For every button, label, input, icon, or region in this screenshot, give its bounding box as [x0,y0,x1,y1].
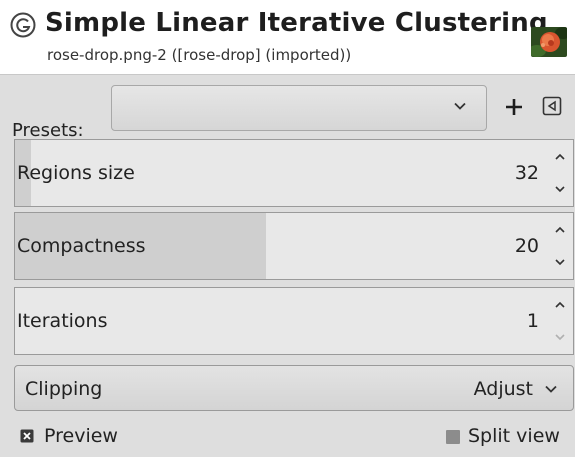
chevron-down-icon [555,334,565,341]
chevron-up-icon[interactable] [553,298,567,312]
split-view-label[interactable]: Split view [468,425,560,447]
split-view-checkbox[interactable] [446,430,460,444]
chevron-down-icon[interactable] [553,182,567,196]
chevron-up-icon[interactable] [553,150,567,164]
compactness-spinscale[interactable]: Compactness 20 [14,212,574,280]
clipping-value: Adjust [473,378,533,400]
dialog-title: Simple Linear Iterative Clustering [45,8,548,38]
regions-size-stepper[interactable] [549,140,573,206]
compactness-label: Compactness [17,235,146,257]
iterations-spinscale[interactable]: Iterations 1 [14,287,574,355]
iterations-value[interactable]: 1 [527,310,539,332]
regions-size-value[interactable]: 32 [515,162,539,184]
presets-label: Presets: [12,120,84,141]
clipping-dropdown[interactable]: Clipping Adjust [14,365,574,411]
image-subtitle: rose-drop.png-2 ([rose-drop] (imported)) [47,46,352,64]
dialog-header: Simple Linear Iterative Clustering rose-… [0,0,575,75]
iterations-label: Iterations [17,310,108,332]
compactness-value[interactable]: 20 [515,235,539,257]
regions-size-spinscale[interactable]: Regions size 32 [14,139,574,207]
preview-checkbox[interactable] [20,429,34,443]
chevron-down-icon [454,102,466,110]
plus-icon[interactable] [501,94,527,120]
chevron-up-icon[interactable] [553,223,567,237]
presets-dropdown[interactable] [111,85,487,131]
filter-dialog: Simple Linear Iterative Clustering rose-… [0,0,575,457]
preview-label[interactable]: Preview [44,425,118,447]
compactness-stepper[interactable] [549,213,573,279]
gegl-icon [10,12,36,38]
rose-thumbnail [531,27,567,57]
iterations-stepper[interactable] [549,288,573,354]
clipping-label: Clipping [25,378,103,400]
chevron-down-icon [545,385,557,393]
menu-left-icon[interactable] [542,96,562,116]
regions-size-label: Regions size [17,162,135,184]
chevron-down-icon[interactable] [553,255,567,269]
